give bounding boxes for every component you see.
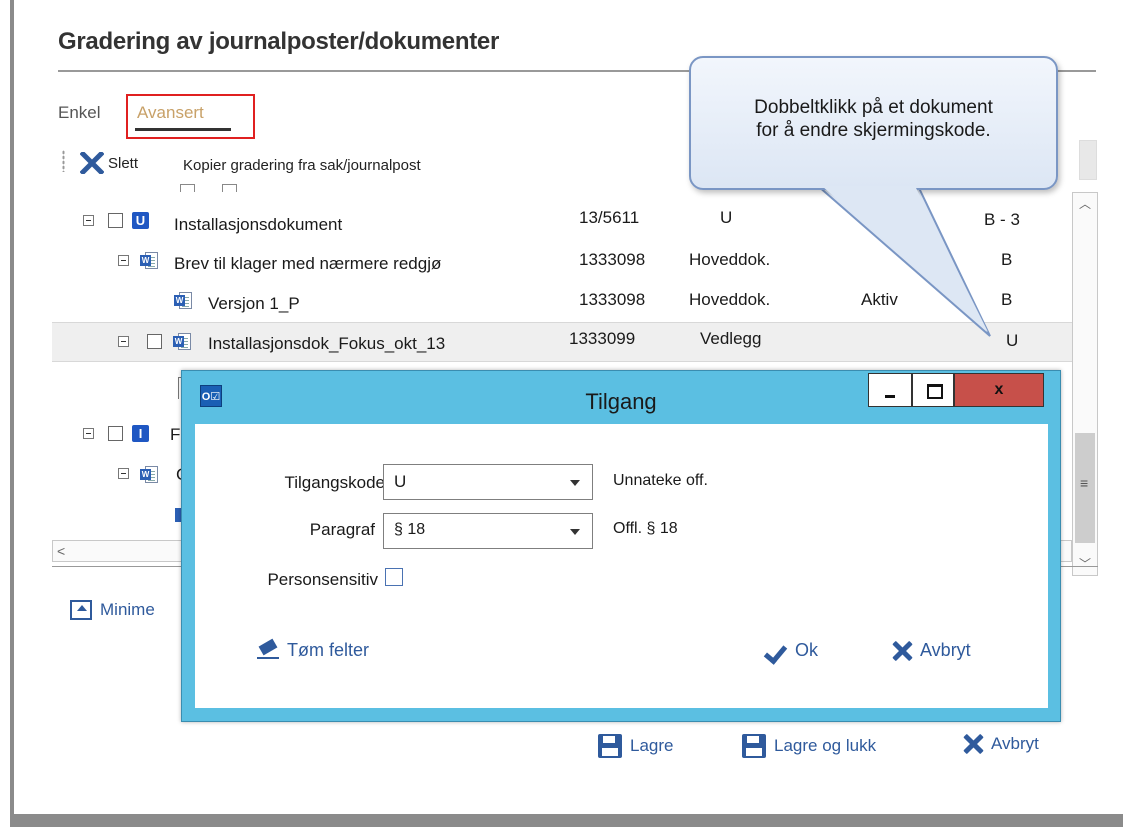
row-number: 1333098 (579, 250, 646, 269)
table-row[interactable]: U Installasjonsdokument 13/5611 U B - 3 (52, 202, 1073, 242)
tilgangskode-select[interactable]: U (383, 464, 593, 500)
row-type: Hoveddok. (689, 290, 771, 309)
paragraf-select[interactable]: § 18 (383, 513, 593, 549)
tilgangskode-description: Unnateke off. (613, 472, 708, 489)
window-maximize-button[interactable] (912, 373, 954, 407)
row-checkbox-partial (180, 184, 195, 192)
paragraf-value: § 18 (394, 521, 426, 538)
row-type: U (720, 208, 733, 227)
scroll-left-icon[interactable]: < (57, 543, 65, 559)
minimize-button[interactable]: Minime (70, 600, 155, 620)
scroll-up-icon[interactable]: ︿ (1073, 193, 1097, 215)
collapse-icon[interactable] (83, 428, 94, 439)
row-checkbox[interactable] (147, 334, 162, 349)
row-checkbox[interactable] (108, 426, 123, 441)
dialog-cancel-label: Avbryt (920, 640, 971, 660)
window-close-button[interactable]: x (954, 373, 1044, 407)
save-label: Lagre (630, 736, 674, 755)
row-number: 13/5611 (579, 208, 640, 227)
case-u-icon: U (132, 212, 149, 229)
paragraf-label: Paragraf (309, 520, 375, 539)
clear-fields-label: Tøm felter (287, 640, 370, 660)
row-code: B (1001, 250, 1013, 269)
cancel-x-icon (892, 641, 912, 661)
collapse-icon[interactable] (83, 215, 94, 226)
window-frame-left (10, 0, 14, 827)
personsensitiv-checkbox[interactable] (385, 568, 403, 586)
dialog-cancel-button[interactable]: Avbryt (892, 640, 971, 661)
save-and-close-label: Lagre og lukk (774, 736, 877, 755)
delete-x-icon (80, 152, 104, 174)
copy-grading-button[interactable]: Kopier gradering fra sak/journalpost (183, 157, 421, 174)
delete-label: Slett (108, 154, 139, 172)
callout-line-1: Dobbeltklikk på et dokument (754, 97, 993, 118)
dialog-titlebar[interactable]: O☑ Tilgang x (182, 371, 1060, 424)
tab-highlight-box (126, 94, 255, 139)
row-name: Installasjonsdok_Fokus_okt_13 (208, 334, 446, 353)
chevron-down-icon (570, 529, 580, 535)
scroll-thumb[interactable] (1075, 433, 1095, 543)
row-code: B - 3 (984, 210, 1020, 229)
table-row-selected[interactable]: W Installasjonsdok_Fokus_okt_13 1333099 … (52, 322, 1073, 362)
cancel-button[interactable]: Avbryt (963, 734, 1039, 754)
callout-line-2: for å endre skjermingskode. (756, 120, 991, 141)
cancel-label: Avbryt (991, 734, 1039, 753)
clear-fields-button[interactable]: Tøm felter (257, 640, 369, 661)
tilgangskode-value: U (394, 472, 407, 491)
ok-label: Ok (795, 640, 819, 660)
row-icon-partial (222, 184, 237, 192)
row-name: Versjon 1_P (208, 294, 300, 313)
ok-button[interactable]: Ok (765, 640, 818, 661)
save-icon (598, 734, 622, 758)
collapse-icon[interactable] (118, 336, 129, 347)
row-name: Brev til klager med nærmere redgjø (174, 254, 442, 273)
tab-enkel[interactable]: Enkel (58, 103, 101, 123)
window-frame-bottom (10, 814, 1123, 827)
row-name: Installasjonsdokument (174, 215, 343, 234)
row-checkbox[interactable] (108, 213, 123, 228)
word-document-icon: W (173, 332, 191, 352)
save-button[interactable]: Lagre (598, 734, 673, 758)
tilgangskode-label: Tilgangskode (284, 473, 386, 492)
eraser-icon (257, 642, 279, 660)
collapse-icon[interactable] (118, 255, 129, 266)
collapse-icon[interactable] (118, 468, 129, 479)
row-number: 1333099 (569, 329, 636, 348)
delete-button[interactable]: Slett (80, 152, 138, 174)
minimize-label: Minime (100, 600, 155, 619)
personsensitiv-label: Personsensitiv (267, 570, 378, 589)
row-type: Hoveddok. (689, 250, 771, 269)
row-code: B (1001, 290, 1013, 309)
toolbar-grip[interactable] (62, 150, 65, 172)
row-name-partial: F (170, 425, 181, 444)
save-and-close-button[interactable]: Lagre og lukk (742, 734, 876, 758)
window-minimize-button[interactable] (868, 373, 912, 407)
scroll-down-icon[interactable]: ﹀ (1073, 553, 1097, 575)
word-document-icon: W (140, 251, 158, 271)
table-row[interactable]: W Brev til klager med nærmere redgjø 133… (52, 242, 1073, 282)
row-number: 1333098 (579, 290, 646, 309)
chevron-down-icon (570, 480, 580, 486)
paragraf-description: Offl. § 18 (613, 520, 678, 537)
checkmark-icon (765, 641, 787, 661)
save-icon (742, 734, 766, 758)
page-title: Gradering av journalposter/dokumenter (58, 28, 499, 55)
row-status: Aktiv (861, 290, 898, 309)
toolbar-scroll-stub (1079, 140, 1097, 180)
row-type: Vedlegg (700, 329, 762, 348)
tilgang-dialog: O☑ Tilgang x Tilgangskode U Unnateke off… (181, 370, 1061, 722)
row-code: U (1006, 331, 1019, 350)
cancel-x-icon (963, 734, 983, 754)
minimize-icon (70, 600, 92, 620)
word-document-icon: W (140, 465, 158, 485)
word-document-icon: W (174, 291, 192, 311)
dialog-body: Tilgangskode U Unnateke off. Paragraf § … (195, 424, 1048, 708)
case-i-icon: I (132, 425, 149, 442)
help-callout: Dobbeltklikk på et dokument for å endre … (689, 56, 1058, 190)
table-row[interactable]: W Versjon 1_P 1333098 Hoveddok. Aktiv B (52, 282, 1073, 322)
vertical-scrollbar[interactable]: ︿ ﹀ (1072, 192, 1098, 576)
